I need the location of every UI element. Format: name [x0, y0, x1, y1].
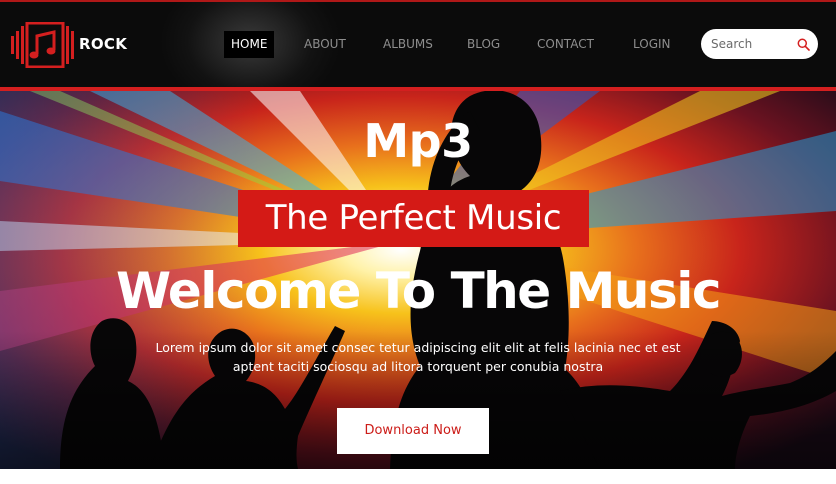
brand-logo[interactable]: ROCK: [11, 22, 131, 68]
nav-item-login[interactable]: LOGIN: [633, 31, 671, 58]
page: ROCK HOME ABOUT ALBUMS BLOG CONTACT LOGI…: [0, 0, 836, 484]
search-box: [701, 29, 818, 59]
hero-heading: Welcome To The Music: [116, 262, 721, 320]
nav-item-home[interactable]: HOME: [224, 31, 275, 58]
hero-description: Lorem ipsum dolor sit amet consec tetur …: [150, 338, 686, 376]
hero-description-line1: Lorem ipsum dolor sit amet consec tetur …: [155, 340, 681, 355]
music-note-icon: [11, 22, 74, 68]
site-header: ROCK HOME ABOUT ALBUMS BLOG CONTACT LOGI…: [0, 0, 836, 87]
nav-item-about[interactable]: ABOUT: [304, 31, 346, 58]
hero-description-line2: aptent taciti sociosqu ad litora torquen…: [232, 359, 604, 374]
nav-item-blog[interactable]: BLOG: [467, 31, 500, 58]
page-bottom-strip: [0, 469, 836, 484]
hero-title-small: Mp3: [363, 114, 473, 168]
hero-section: Mp3 The Perfect Music Welcome To The Mus…: [0, 91, 836, 469]
download-now-button[interactable]: Download Now: [337, 408, 489, 454]
hero-tagline: The Perfect Music: [238, 190, 589, 247]
nav-item-contact[interactable]: CONTACT: [537, 31, 594, 58]
nav-item-albums[interactable]: ALBUMS: [383, 31, 433, 58]
search-icon[interactable]: [797, 38, 810, 51]
search-input[interactable]: [711, 35, 791, 53]
brand-name: ROCK: [79, 35, 128, 53]
